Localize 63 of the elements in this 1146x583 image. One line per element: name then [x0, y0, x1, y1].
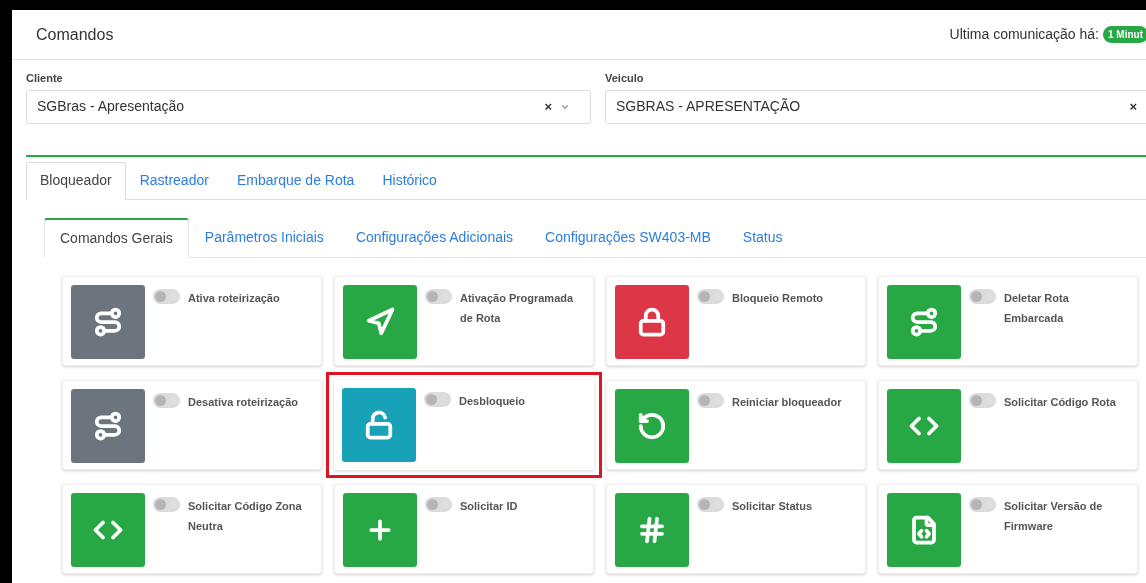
command-button[interactable] [343, 492, 417, 567]
select-field[interactable]: SGBras - Apresentação × [26, 89, 591, 124]
sub-tab[interactable]: Status [726, 217, 799, 258]
toggle-switch[interactable] [697, 496, 724, 512]
sub-tab[interactable]: Configurações Adicionais [339, 217, 530, 258]
open-padlock-icon [364, 409, 394, 440]
tab[interactable]: Histórico [368, 161, 451, 200]
command-button[interactable] [343, 284, 417, 359]
command-button[interactable] [71, 388, 145, 463]
command-button[interactable] [615, 284, 689, 359]
command-button[interactable] [615, 388, 689, 463]
command-button[interactable] [615, 492, 689, 567]
toggle-switch[interactable] [697, 288, 724, 304]
toggle-switch[interactable] [969, 496, 996, 512]
command-label: Reiniciar bloqueador [732, 394, 842, 410]
time-badge: 1 Minut [1103, 26, 1146, 43]
toggle-switch[interactable] [153, 496, 180, 512]
command-label: Solicitar Versão de Firmware [1004, 498, 1104, 534]
clear-icon[interactable]: × [544, 96, 552, 117]
command-label: Solicitar Código Rota [1004, 394, 1116, 410]
toggle-switch[interactable] [697, 392, 724, 408]
toggle-switch[interactable] [425, 288, 452, 304]
sub-tab[interactable]: Comandos Gerais [44, 217, 189, 258]
command-button[interactable] [887, 492, 961, 567]
command-label: Solicitar Código Zona Neutra [188, 498, 303, 534]
command-label: Ativação Programada de Rota [460, 290, 575, 326]
hash-icon [637, 514, 667, 545]
field-label: Cliente [26, 71, 64, 86]
select-field[interactable]: SGBRAS - APRESENTAÇÃO × [605, 89, 1146, 124]
command-label: Deletar Rota Embarcada [1004, 290, 1070, 326]
field-label: Veiculo [605, 71, 645, 86]
command-label: Solicitar Status [732, 498, 813, 514]
command-label: Desativa roteirização [188, 394, 299, 410]
command-label: Bloqueio Remoto [732, 290, 824, 306]
command-button[interactable] [887, 388, 961, 463]
code-file-icon [909, 514, 939, 545]
padlock-icon [637, 306, 667, 337]
tab[interactable]: Embarque de Rota [222, 161, 369, 200]
clear-icon[interactable]: × [1129, 96, 1137, 117]
route-icon [909, 306, 939, 337]
command-label: Desbloqueio [459, 393, 525, 409]
sub-tab[interactable]: Configurações SW403-MB [529, 217, 727, 258]
toggle-switch[interactable] [425, 496, 452, 512]
toggle-switch[interactable] [969, 392, 996, 408]
toggle-switch[interactable] [153, 288, 180, 304]
navigation-arrow-icon [365, 306, 395, 337]
command-button[interactable] [71, 492, 145, 567]
command-button[interactable] [887, 284, 961, 359]
undo-icon [637, 410, 667, 441]
toggle-switch[interactable] [153, 392, 180, 408]
command-button[interactable] [342, 387, 416, 462]
toggle-switch[interactable] [424, 391, 451, 407]
command-button[interactable] [71, 284, 145, 359]
command-label: Solicitar ID [460, 498, 518, 514]
route-icon [93, 306, 123, 337]
route-icon [93, 410, 123, 441]
page-title: Comandos [36, 24, 114, 45]
sub-tab[interactable]: Parâmetros Iniciais [188, 217, 340, 258]
toggle-switch[interactable] [969, 288, 996, 304]
command-label: Ativa roteirização [188, 290, 280, 306]
tab[interactable]: Rastreador [125, 161, 223, 200]
last-communication-label: Ultima comunicação há: [949, 25, 1099, 44]
tab[interactable]: Bloqueador [26, 161, 126, 200]
